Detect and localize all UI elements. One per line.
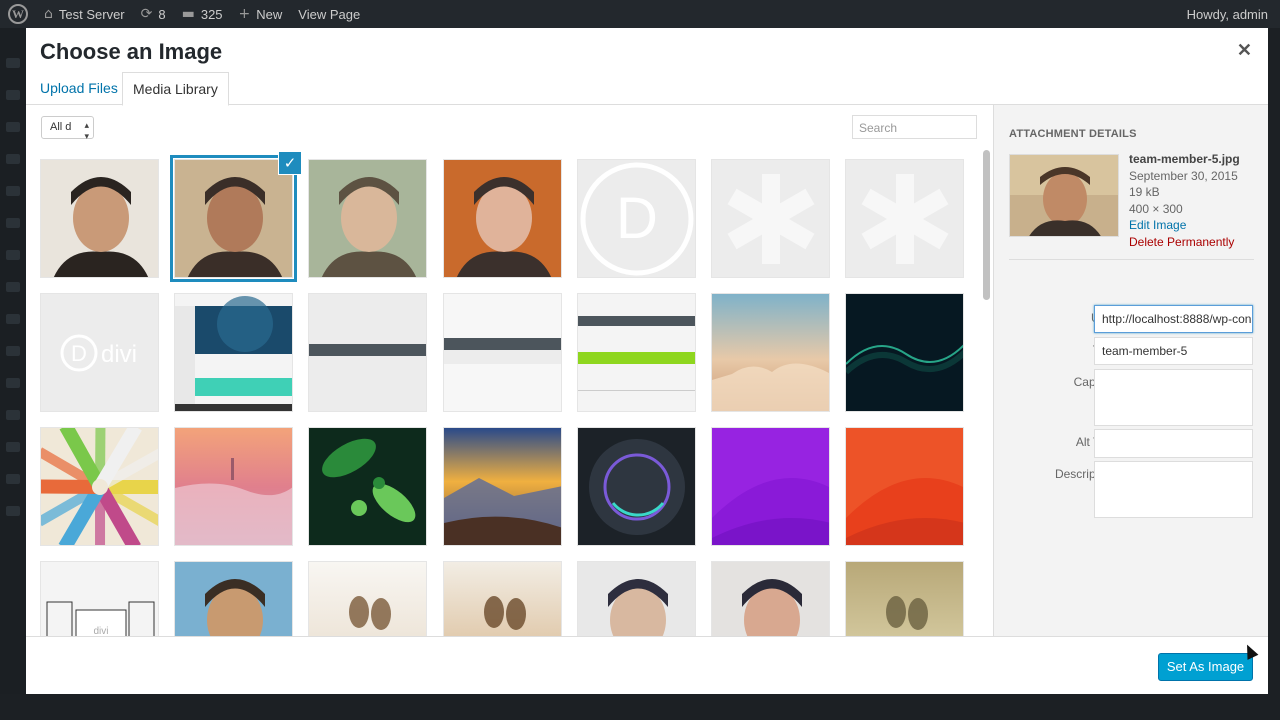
thumb-man-glasses[interactable] xyxy=(40,159,159,278)
thumb-placeholder-2[interactable] xyxy=(845,159,964,278)
thumb-layout-1[interactable] xyxy=(308,293,427,412)
thumb-woman-beanie[interactable] xyxy=(443,159,562,278)
alt-text-field[interactable] xyxy=(1094,429,1253,458)
attachment-info: team-member-5.jpg September 30, 2015 19 … xyxy=(1129,151,1240,250)
delete-permanently-link[interactable]: Delete Permanently xyxy=(1129,234,1240,251)
comments-count: 325 xyxy=(200,6,223,22)
set-as-image-button[interactable]: Set As Image xyxy=(1158,653,1253,681)
thumb-couple-selfie[interactable] xyxy=(174,561,293,636)
attachment-filename: team-member-5.jpg xyxy=(1129,152,1240,166)
attachment-dimensions: 400 × 300 xyxy=(1129,201,1183,216)
site-name-link[interactable]: ⌂ Test Server xyxy=(36,0,133,28)
thumb-divi-text[interactable]: Ddivi xyxy=(40,293,159,412)
wp-logo-menu[interactable]: W xyxy=(0,0,36,28)
thumb-green-waves[interactable] xyxy=(845,293,964,412)
attachment-date: September 30, 2015 xyxy=(1129,168,1238,183)
details-divider xyxy=(1009,259,1254,260)
media-modal: Choose an Image ✕ Upload Files Media Lib… xyxy=(26,28,1268,694)
caption-field[interactable] xyxy=(1094,369,1253,426)
thumb-layout-2[interactable] xyxy=(443,293,562,412)
media-type-filter[interactable]: All d ▴ ▾ xyxy=(41,116,94,141)
selected-check-icon[interactable]: ✓ xyxy=(278,151,302,175)
thumb-city-fog[interactable] xyxy=(174,427,293,546)
thumb-boots[interactable] xyxy=(443,561,562,636)
thumb-divi-wireframe[interactable]: divi xyxy=(40,561,159,636)
thumb-woman-smiling[interactable] xyxy=(308,159,427,278)
svg-text:D: D xyxy=(616,186,658,251)
new-content-link[interactable]: + New xyxy=(231,0,291,28)
thumb-mountain-sunset[interactable] xyxy=(443,427,562,546)
filter-value: All d xyxy=(50,121,72,133)
attachment-filesize: 19 kB xyxy=(1129,185,1160,199)
admin-sidebar-background xyxy=(0,28,26,720)
thumb-woman-hat-2[interactable] xyxy=(711,561,830,636)
description-field[interactable] xyxy=(1094,461,1253,518)
grid-scrollbar[interactable] xyxy=(983,150,990,300)
thumb-alley[interactable] xyxy=(845,561,964,636)
updates-link[interactable]: ⟳ 8 xyxy=(133,0,174,28)
tab-media-library[interactable]: Media Library xyxy=(122,72,229,106)
svg-text:D: D xyxy=(71,341,87,366)
account-menu[interactable]: Howdy, admin xyxy=(1179,0,1280,28)
refresh-icon: ⟳ xyxy=(140,6,153,22)
updates-count: 8 xyxy=(158,6,166,22)
view-page-label: View Page xyxy=(298,6,361,22)
thumb-circle-ring[interactable] xyxy=(577,427,696,546)
thumb-color-pencils[interactable] xyxy=(40,427,159,546)
thumb-divi-logo[interactable]: D xyxy=(577,159,696,278)
title-field[interactable]: team-member-5 xyxy=(1094,337,1253,365)
attachment-details-panel: ATTACHMENT DETAILS team-member-5.jpg Sep… xyxy=(993,105,1268,636)
attachments-grid: ✓ D Ddivi divi xyxy=(26,150,993,636)
edit-image-link[interactable]: Edit Image xyxy=(1129,217,1240,234)
svg-text:divi: divi xyxy=(101,341,137,368)
modal-tabs: Upload Files Media Library xyxy=(26,72,1268,106)
wordpress-icon: W xyxy=(8,4,28,24)
select-arrows-icon: ▴ ▾ xyxy=(84,120,89,141)
search-input[interactable]: Search xyxy=(852,115,977,139)
modal-title: Choose an Image xyxy=(40,39,223,64)
url-field[interactable]: http://localhost:8888/wp-con xyxy=(1094,305,1253,333)
view-page-link[interactable]: View Page xyxy=(290,0,368,28)
tab-upload-files[interactable]: Upload Files xyxy=(30,72,128,105)
thumb-placeholder-1[interactable] xyxy=(711,159,830,278)
page-background-bottom xyxy=(0,694,1280,720)
new-label: New xyxy=(256,6,283,22)
comment-icon: ▬ xyxy=(181,6,195,22)
thumb-website-screenshot[interactable] xyxy=(174,293,293,412)
home-icon: ⌂ xyxy=(44,6,53,22)
plus-icon: + xyxy=(238,6,251,22)
close-icon[interactable]: ✕ xyxy=(1237,40,1252,61)
modal-toolbar: Set As Image xyxy=(26,636,1268,694)
attachment-details-heading: ATTACHMENT DETAILS xyxy=(1009,128,1137,140)
thumb-leaves[interactable] xyxy=(308,427,427,546)
thumb-layout-green[interactable] xyxy=(577,293,696,412)
thumb-red-orange[interactable] xyxy=(845,427,964,546)
attachment-preview-image xyxy=(1009,154,1119,237)
admin-bar: W ⌂ Test Server ⟳ 8 ▬ 325 + New View Pag… xyxy=(0,0,1280,28)
thumb-purple[interactable] xyxy=(711,427,830,546)
howdy-label: Howdy, admin xyxy=(1186,6,1268,22)
thumb-legs-jumping[interactable] xyxy=(308,561,427,636)
thumb-woman-hat-1[interactable] xyxy=(577,561,696,636)
thumb-team-member-5[interactable] xyxy=(174,159,293,278)
page-background-right xyxy=(1268,28,1280,694)
site-name-label: Test Server xyxy=(58,6,125,22)
thumb-clouds-sky[interactable] xyxy=(711,293,830,412)
svg-text:divi: divi xyxy=(93,626,108,636)
comments-link[interactable]: ▬ 325 xyxy=(174,0,231,28)
